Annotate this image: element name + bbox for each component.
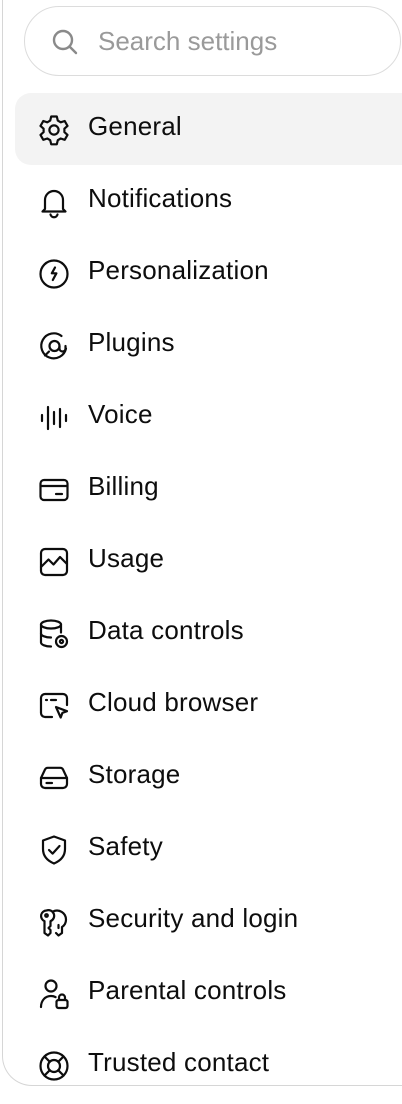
sidebar-item-plugins[interactable]: Plugins [15, 309, 402, 381]
sidebar-item-storage[interactable]: Storage [15, 741, 402, 813]
sidebar-item-data-controls[interactable]: Data controls [15, 597, 402, 669]
bell-icon [37, 185, 71, 219]
sidebar-item-label: Storage [88, 759, 181, 789]
credit-card-icon [37, 473, 71, 507]
sidebar-item-notifications[interactable]: Notifications [15, 165, 402, 237]
sidebar-item-voice[interactable]: Voice [15, 381, 402, 453]
usage-chart-icon [37, 545, 71, 579]
gear-icon [37, 113, 71, 147]
sidebar-item-label: Usage [88, 543, 165, 573]
sidebar-item-general[interactable]: General [15, 93, 402, 165]
settings-sidebar: General Notifications Personalization [2, 0, 402, 1086]
search-input[interactable] [98, 7, 388, 75]
sidebar-item-personalization[interactable]: Personalization [15, 237, 402, 309]
sidebar-item-label: Plugins [88, 327, 175, 357]
sidebar-item-label: Notifications [88, 183, 233, 213]
sidebar-item-billing[interactable]: Billing [15, 453, 402, 525]
lifebuoy-icon [37, 1049, 71, 1083]
sidebar-item-label: Security and login [88, 903, 299, 933]
sidebar-item-label: Safety [88, 831, 163, 861]
sidebar-item-safety[interactable]: Safety [15, 813, 402, 885]
shield-check-icon [37, 833, 71, 867]
storage-drive-icon [37, 761, 71, 795]
sidebar-item-label: Data controls [88, 615, 244, 645]
sidebar-item-label: Personalization [88, 255, 269, 285]
database-gear-icon [37, 617, 71, 651]
sidebar-item-parental-controls[interactable]: Parental controls [15, 957, 402, 1029]
parental-lock-icon [37, 977, 71, 1011]
sidebar-item-trusted-contact[interactable]: Trusted contact [15, 1029, 402, 1085]
sidebar-item-cloud-browser[interactable]: Cloud browser [15, 669, 402, 741]
cloud-browser-icon [37, 689, 71, 723]
plugins-icon [37, 329, 71, 363]
sidebar-item-usage[interactable]: Usage [15, 525, 402, 597]
sidebar-item-label: Trusted contact [88, 1047, 270, 1077]
search-box[interactable] [24, 6, 401, 76]
search-icon [52, 29, 78, 55]
security-key-icon [37, 905, 71, 939]
sidebar-item-label: Parental controls [88, 975, 287, 1005]
sidebar-item-label: Cloud browser [88, 687, 259, 717]
sidebar-item-label: Voice [88, 399, 153, 429]
settings-nav: General Notifications Personalization Pl… [3, 93, 402, 1085]
sidebar-item-label: Billing [88, 471, 159, 501]
voice-waveform-icon [37, 401, 71, 435]
personalization-icon [37, 257, 71, 291]
sidebar-item-security-and-login[interactable]: Security and login [15, 885, 402, 957]
sidebar-item-label: General [88, 111, 182, 141]
